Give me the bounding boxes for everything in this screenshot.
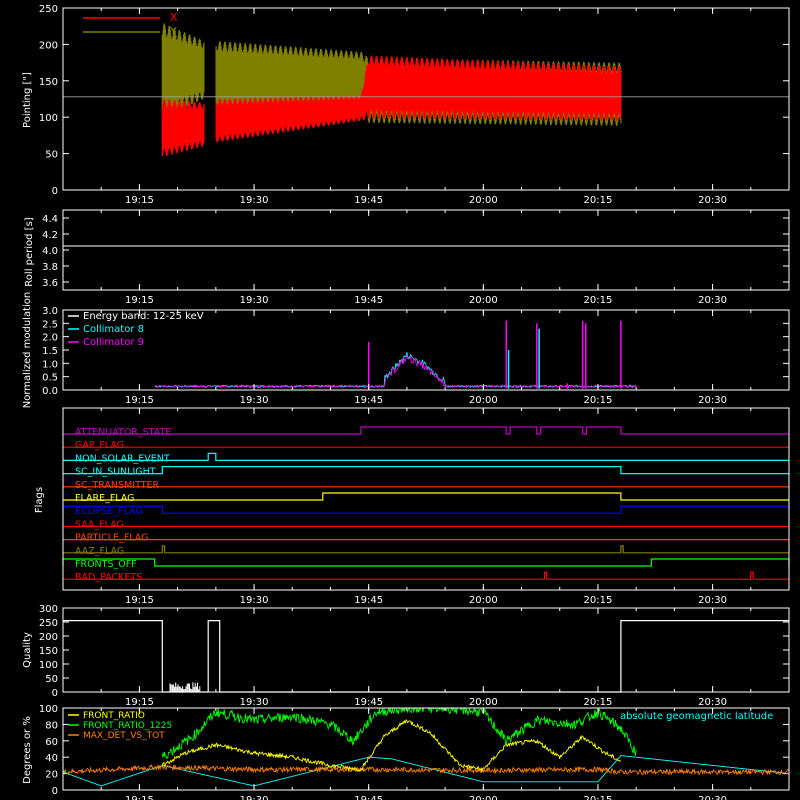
flags-xtick-label: 19:15	[125, 595, 154, 606]
modulation-xtick-label: 20:30	[698, 395, 727, 406]
legend-y-label: Y	[169, 25, 177, 38]
ratios-ytick-label: 40	[45, 753, 58, 764]
modulation-ytick-label: 1.5	[42, 346, 58, 357]
flags-xtick-label: 19:45	[354, 595, 383, 606]
roll-xtick-label: 19:45	[354, 295, 383, 306]
quality-xtick-label: 19:15	[125, 697, 154, 708]
quality-ytick-label: 250	[39, 618, 58, 629]
ratios-ytick-label: 80	[45, 720, 58, 731]
pointing-xtick-label: 19:30	[240, 195, 269, 206]
flag-label-particle_flag: PARTICLE_FLAG	[75, 533, 148, 544]
ratios-annotation: absolute geomagnetic latitude	[620, 711, 773, 722]
roll-xtick-label: 19:15	[125, 295, 154, 306]
ratios-legend-front-ratio: FRONT_RATIO	[83, 711, 145, 721]
ratios-xtick-label: 20:00	[469, 795, 498, 800]
flag-label-fronts_off: FRONTS_OFF	[75, 559, 137, 570]
flags-xtick-label: 20:15	[584, 595, 613, 606]
modulation-xtick-label: 19:30	[240, 395, 269, 406]
modulation-xtick-label: 19:15	[125, 395, 154, 406]
pointing-xtick-label: 19:45	[354, 195, 383, 206]
roll-xtick-label: 20:00	[469, 295, 498, 306]
flag-label-attenuator_state: ATTENUATOR_STATE	[75, 427, 171, 438]
flag-label-saa_flag: SAA_FLAG	[75, 519, 124, 530]
modulation-ytick-label: 2.5	[42, 319, 58, 330]
modulation-legend-c9: Collimator 9	[83, 337, 144, 348]
pointing-ytick-label: 0	[52, 186, 58, 197]
quality-xtick-label: 20:30	[698, 697, 727, 708]
ratios-xtick-label: 19:30	[240, 795, 269, 800]
ratios-ytick-label: 0	[52, 786, 58, 797]
flag-label-bad_packets: BAD_PACKETS	[75, 572, 142, 583]
roll-ytick-label: 4.4	[42, 214, 58, 225]
ratios-ytick-label: 20	[45, 770, 58, 781]
quality-xtick-label: 19:45	[354, 697, 383, 708]
flags-xtick-label: 19:30	[240, 595, 269, 606]
pointing-xtick-label: 20:30	[698, 195, 727, 206]
pointing-ytick-label: 50	[45, 150, 58, 161]
roll-xtick-label: 20:30	[698, 295, 727, 306]
ratios-xtick-label: 20:30	[698, 795, 727, 800]
modulation-xtick-label: 20:00	[469, 395, 498, 406]
roll-ytick-label: 4.2	[42, 230, 58, 241]
quality-xtick-label: 19:30	[240, 697, 269, 708]
quality-ytick-label: 50	[45, 674, 58, 685]
flag-label-gap_flag: GAP_FLAG	[75, 440, 124, 451]
ratios-xtick-label: 19:15	[125, 795, 154, 800]
modulation-ytick-label: 0.0	[42, 386, 58, 397]
flag-label-sc_transmitter: SC_TRANSMITTER	[75, 480, 160, 491]
quality-xtick-label: 20:00	[469, 697, 498, 708]
pointing-ylabel: Pointing ["]	[22, 72, 33, 128]
flag-label-sc_in_sunlight: SC_IN_SUNLIGHT	[75, 467, 156, 478]
flag-label-non_solar_event: NON_SOLAR_EVENT	[75, 453, 170, 464]
pointing-xtick-label: 20:00	[469, 195, 498, 206]
flag-label-flare_flag: FLARE_FLAG	[75, 493, 135, 504]
legend-x-label: X	[170, 11, 178, 24]
ratios-legend-max-det: MAX_DET_VS_TOT	[83, 731, 165, 741]
figure: 05010015020025019:15 19:30 19:45 20:00 20:15…	[0, 0, 800, 800]
flags-ylabel: Flags	[34, 487, 45, 513]
quality-xtick-label: 20:15	[584, 697, 613, 708]
quality-ytick-label: 100	[39, 660, 58, 671]
roll-xtick-label: 19:30	[240, 295, 269, 306]
modulation-ytick-label: 2.0	[42, 333, 58, 344]
pointing-ytick-label: 100	[39, 113, 58, 124]
ratios-ytick-label: 100	[39, 704, 58, 715]
flag-label-aaz_flag: AAZ_FLAG	[75, 546, 124, 557]
roll-ylabel: Roll period [s]	[24, 217, 35, 286]
ratios-ytick-label: 60	[45, 737, 58, 748]
modulation-ytick-label: 0.5	[42, 373, 58, 384]
modulation-legend-energy: Energy band: 12-25 keV	[83, 311, 204, 322]
pointing-xtick-label: 20:15	[584, 195, 613, 206]
modulation-ytick-label: 3.0	[42, 306, 58, 317]
flags-xtick-label: 20:00	[469, 595, 498, 606]
roll-ytick-label: 4.0	[42, 246, 58, 257]
quality-ytick-label: 200	[39, 632, 58, 643]
roll-ytick-label: 3.8	[42, 262, 58, 273]
pointing-ytick-label: 250	[39, 4, 58, 15]
pointing-ytick-label: 200	[39, 40, 58, 51]
quality-ylabel: Quality	[22, 632, 33, 668]
quality-ytick-label: 300	[39, 604, 58, 615]
ratios-legend-front-ratio-1225: FRONT_RATIO_1225	[83, 721, 172, 731]
modulation-ytick-label: 1.0	[42, 359, 58, 370]
quality-ytick-label: 0	[52, 688, 58, 699]
pointing-ytick-label: 150	[39, 77, 58, 88]
ratios-xtick-label: 19:45	[354, 795, 383, 800]
modulation-legend-c8: Collimator 8	[83, 324, 144, 335]
roll-ytick-label: 3.6	[42, 278, 58, 289]
flag-label-eclipse_flag: ECLIPSE_FLAG	[75, 506, 143, 517]
modulation-xtick-label: 19:45	[354, 395, 383, 406]
ratios-ylabel: Degrees or %	[22, 716, 33, 784]
quality-ytick-label: 150	[39, 646, 58, 657]
pointing-xtick-label: 19:15	[125, 195, 154, 206]
roll-xtick-label: 20:15	[584, 295, 613, 306]
flags-xtick-label: 20:30	[698, 595, 727, 606]
modulation-ylabel: Normalized modulation	[22, 292, 33, 409]
modulation-xtick-label: 20:15	[584, 395, 613, 406]
ratios-xtick-label: 20:15	[584, 795, 613, 800]
